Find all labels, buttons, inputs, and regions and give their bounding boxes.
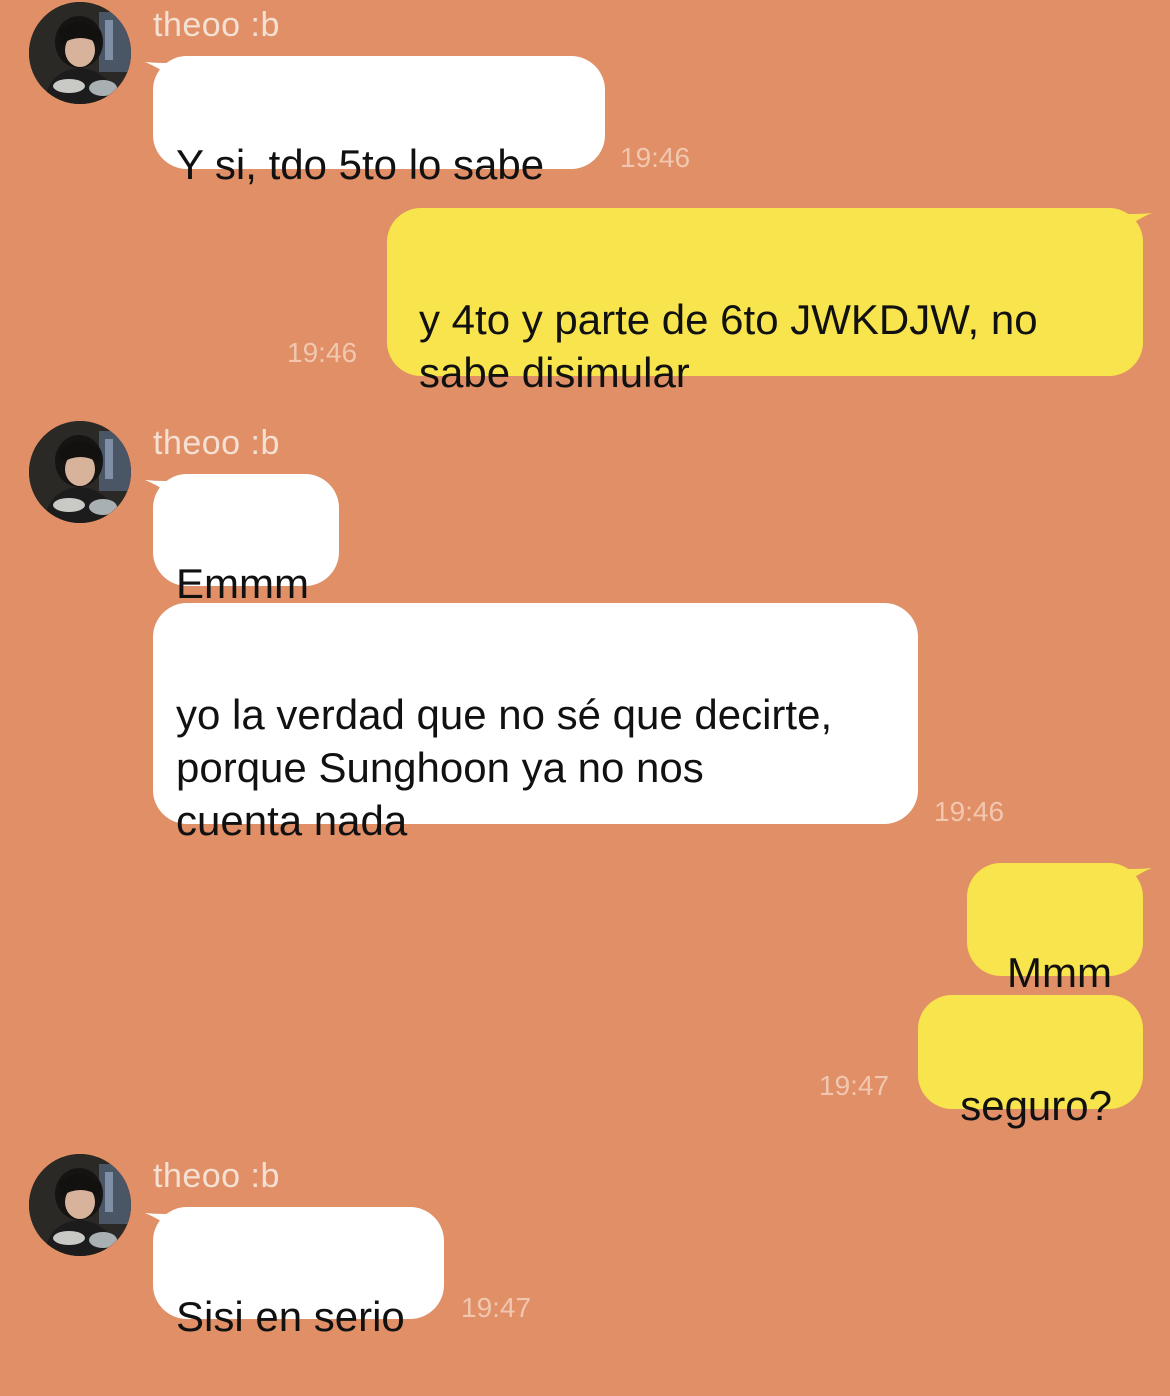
sender-name: theoo :b [153,1157,280,1195]
message-bubble-outgoing[interactable]: seguro? [918,995,1143,1129]
contact-avatar[interactable] [29,2,131,104]
message-text: Sisi en serio [176,1293,405,1340]
contact-avatar[interactable] [29,1154,131,1256]
message-bubble-incoming[interactable]: yo la verdad que no sé que decirte, porq… [153,603,918,844]
message-bubble-incoming[interactable]: Emmm [153,474,339,607]
message-text: y 4to y parte de 6to JWKDJW, no sabe dis… [419,296,1038,396]
contact-avatar[interactable] [29,421,131,523]
message-timestamp: 19:47 [461,1292,532,1323]
message-timestamp: 19:46 [934,796,1005,827]
message-text: yo la verdad que no sé que decirte, porq… [176,691,833,844]
message-timestamp: 19:46 [287,337,358,368]
sender-name: theoo :b [153,6,280,44]
sender-name: theoo :b [153,424,280,462]
message-text: seguro? [960,1082,1112,1129]
message-bubble-outgoing[interactable]: y 4to y parte de 6to JWKDJW, no sabe dis… [387,208,1143,396]
message-text: Y si, tdo 5to lo sabe [176,141,545,188]
message-bubble-incoming[interactable]: Sisi en serio [153,1207,444,1340]
message-bubble-outgoing[interactable]: Mmm [967,863,1143,996]
message-timestamp: 19:47 [819,1070,890,1101]
message-timestamp: 19:46 [620,142,691,173]
message-bubble-incoming[interactable]: Y si, tdo 5to lo sabe [153,56,605,188]
message-text: Mmm [1007,949,1112,996]
